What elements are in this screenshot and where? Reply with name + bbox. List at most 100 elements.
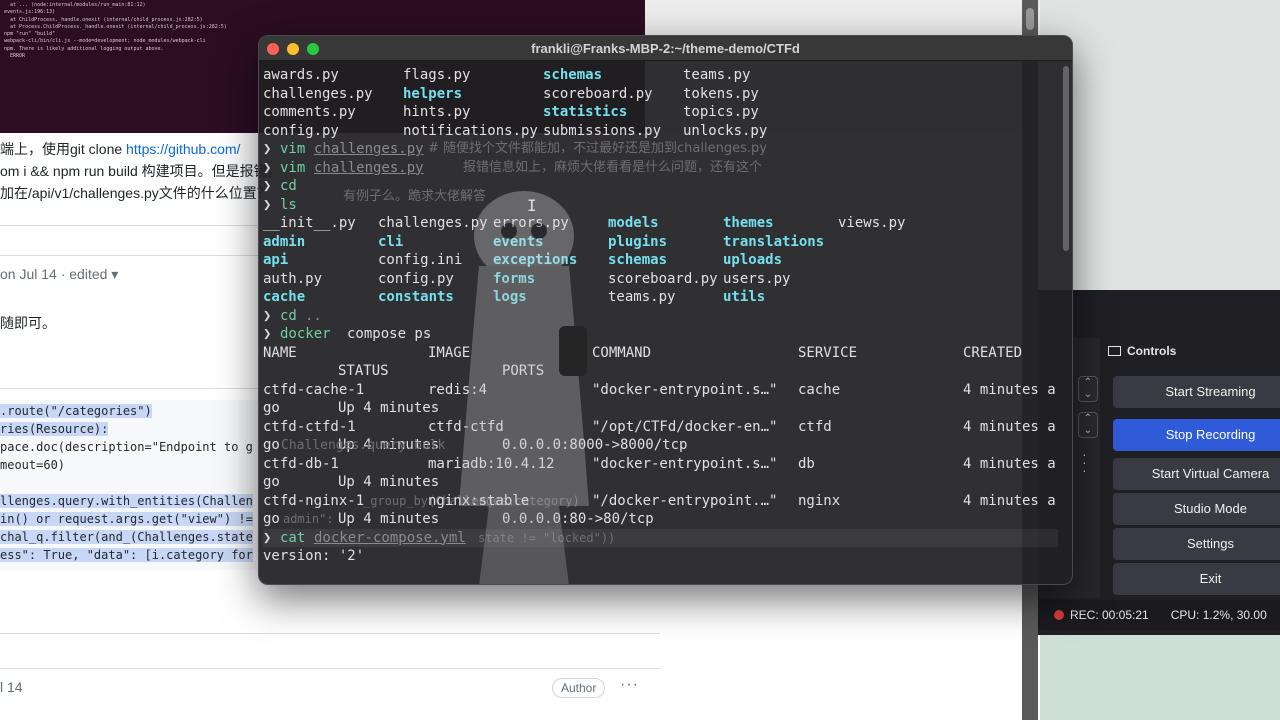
- dir-entry: cache: [263, 289, 306, 305]
- exit-button[interactable]: Exit: [1113, 563, 1280, 595]
- file-entry: users.py: [723, 270, 791, 287]
- comment-date: l 14: [0, 679, 23, 695]
- wrapped-text: go: [263, 474, 280, 490]
- dir-entry: plugins: [608, 233, 668, 250]
- dir-entry: schemas: [608, 252, 668, 268]
- container-service: db: [798, 455, 815, 472]
- container-command: "/docker-entrypoint.…": [592, 492, 778, 509]
- ps-header: NAME IMAGE COMMAND SERVICE CREATED: [263, 344, 1058, 363]
- start-virtual-camera-button[interactable]: Start Virtual Camera: [1113, 458, 1280, 490]
- prompt-icon: ❯: [263, 141, 272, 157]
- container-image: redis:4: [428, 381, 488, 398]
- file-entry: flags.py: [403, 67, 471, 83]
- spinner-arrows-icon[interactable]: ⌃ ⌄: [1078, 376, 1098, 402]
- start-streaming-button[interactable]: Start Streaming: [1113, 376, 1280, 408]
- file-entry: awards.py: [263, 67, 339, 83]
- dir-entry: utils: [723, 289, 766, 305]
- container-image: mariadb:10.4.12: [428, 455, 555, 472]
- column-header: CREATED: [963, 344, 1023, 361]
- github-link[interactable]: https://github.com/: [126, 141, 240, 157]
- container-created: 4 minutes a: [963, 418, 1056, 435]
- file-entry: errors.py: [493, 215, 569, 231]
- file-entry: unlocks.py: [683, 122, 768, 139]
- dir-entry: constants: [378, 289, 454, 305]
- file-entry: tokens.py: [683, 85, 759, 102]
- output-line: version: '2': [263, 548, 365, 564]
- ls-row: awards.py flags.py schemas teams.py: [263, 66, 1058, 85]
- command: cd: [280, 307, 297, 324]
- bg-terminal-line: events.js:196:13): [4, 9, 56, 16]
- file-entry: challenges.py: [378, 215, 488, 231]
- prompt-icon: ❯: [263, 178, 272, 194]
- controls-header: Controls: [1108, 344, 1176, 358]
- overlay-text: # 随便找个文件都能加，不过最好还是加到challenges.py: [428, 141, 767, 156]
- command: docker: [280, 326, 331, 342]
- file-entry: auth.py: [263, 270, 323, 287]
- command: ls: [280, 196, 297, 213]
- dir-entry: helpers: [403, 85, 463, 102]
- spinner-arrows-icon[interactable]: ⌃ ⌄: [1078, 412, 1098, 438]
- dir-entry: events: [493, 233, 544, 250]
- file-entry: scoreboard.py: [608, 270, 718, 287]
- table-row: ctfd-nginx-1 _group_by(Challenges.catego…: [263, 492, 1058, 511]
- dir-entry: translations: [723, 233, 825, 250]
- controls-title: Controls: [1127, 344, 1177, 358]
- table-row: go admin": Up 4 minutes 0.0.0.0:80->80/t…: [263, 510, 1058, 529]
- command-arg: ..: [305, 307, 322, 324]
- column-header: COMMAND: [592, 344, 652, 361]
- table-row: ctfd-cache-1 redis:4 "docker-entrypoint.…: [263, 381, 1058, 400]
- titlebar[interactable]: frankli@Franks-MBP-2:~/theme-demo/CTFd: [259, 36, 1072, 61]
- wrapped-text: go: [263, 437, 280, 453]
- dir-entry: admin: [263, 233, 306, 250]
- dir-entry: logs: [493, 289, 527, 305]
- file-entry: views.py: [838, 215, 906, 231]
- scrollbar-thumb[interactable]: [1026, 8, 1034, 30]
- command-arg: challenges.py: [314, 141, 424, 157]
- container-name: ctfd-nginx-1: [263, 492, 365, 509]
- terminal-output[interactable]: awards.py flags.py schemas teams.py chal…: [263, 66, 1058, 581]
- container-status: Up 4 minutes: [338, 474, 440, 490]
- text-cursor-icon: I: [527, 196, 537, 215]
- command-line: ❯ ls 有例子么。跪求大佬解答: [263, 189, 1058, 215]
- ls-row: __init__.py challenges.py errors.py mode…: [263, 214, 1058, 233]
- file-entry: config.py: [263, 122, 339, 139]
- overlay-text: state != "locked")): [478, 530, 616, 545]
- kebab-icon[interactable]: · · ·: [1082, 447, 1087, 477]
- desktop-panel: [1040, 0, 1280, 300]
- settings-button[interactable]: Settings: [1113, 528, 1280, 560]
- prompt-icon: ❯: [263, 159, 272, 176]
- ls-row: challenges.py helpers scoreboard.py toke…: [263, 85, 1058, 104]
- dir-entry: statistics: [543, 104, 628, 120]
- stop-recording-button[interactable]: Stop Recording: [1113, 419, 1280, 451]
- terminal-window[interactable]: frankli@Franks-MBP-2:~/theme-demo/CTFd a…: [258, 35, 1073, 585]
- container-status: Up 4 minutes: [338, 400, 440, 416]
- prompt-icon: ❯: [263, 196, 272, 213]
- divider: [0, 633, 660, 634]
- container-name: ctfd-ctfd-1: [263, 418, 356, 435]
- container-ports: 0.0.0.0:80->80/tcp: [502, 511, 654, 527]
- table-row: go Up 4 minutes: [263, 473, 1058, 492]
- container-image: nginx:stable: [428, 492, 530, 509]
- dir-entry: cli: [378, 233, 404, 250]
- controls-icon: [1108, 346, 1121, 356]
- comment-meta[interactable]: on Jul 14 · edited ▾: [0, 266, 118, 283]
- container-name: ctfd-db-1: [263, 455, 339, 472]
- file-entry: config.ini: [378, 252, 463, 268]
- ps-header: STATUS PORTS: [263, 362, 1058, 381]
- dir-entry: forms: [493, 270, 536, 287]
- scrollbar[interactable]: [1063, 66, 1069, 251]
- author-badge: Author: [552, 678, 606, 698]
- studio-mode-button[interactable]: Studio Mode: [1113, 493, 1280, 525]
- command: vim: [280, 159, 306, 176]
- more-options-icon[interactable]: ···: [620, 676, 639, 694]
- container-image: ctfd-ctfd: [428, 418, 504, 435]
- container-ports: 0.0.0.0:8000->8000/tcp: [502, 437, 688, 453]
- ls-row: config.py notifications.py submissions.p…: [263, 122, 1058, 141]
- overlay-text: Challenges.query.bulk: [281, 438, 446, 453]
- command-line: ❯ vim challenges.py 报错信息如上，麻烦大佬看看是什么问题，还…: [263, 159, 1058, 178]
- divider: [0, 668, 660, 669]
- rec-time: REC: 00:05:21: [1070, 608, 1149, 622]
- wrapped-text: go: [263, 400, 280, 416]
- prompt-icon: ❯: [263, 326, 272, 342]
- table-row: go Up 4 minutes: [263, 399, 1058, 418]
